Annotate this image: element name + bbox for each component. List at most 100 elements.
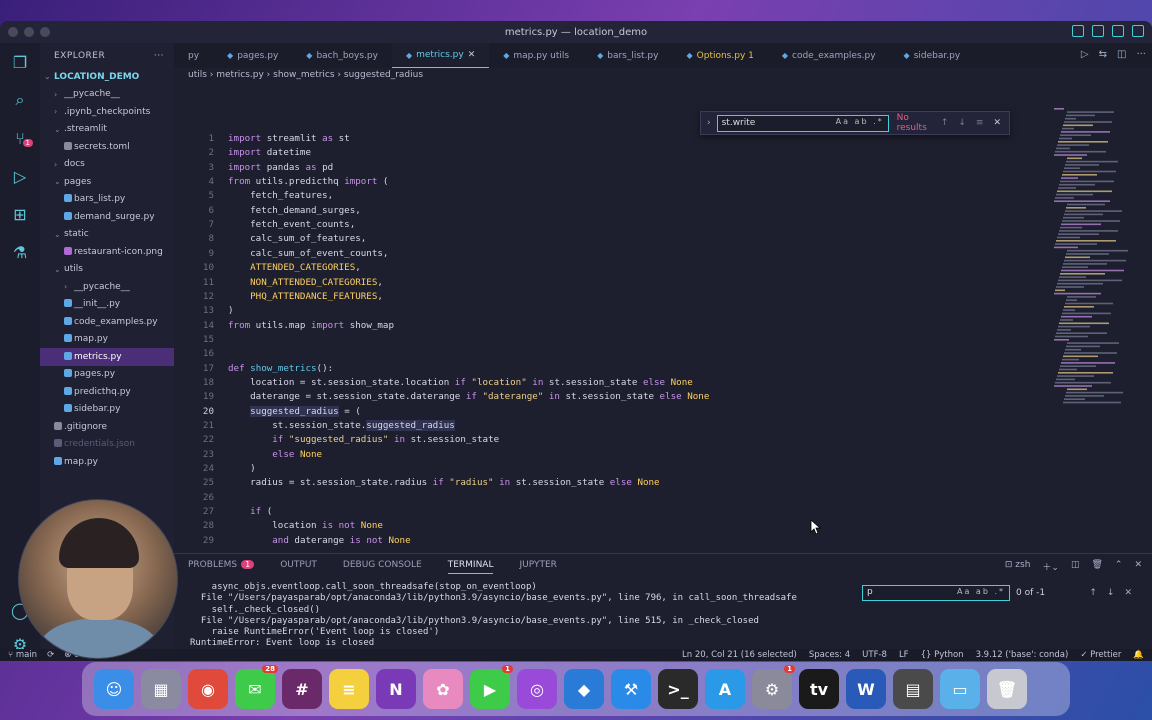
tree-file[interactable]: bars_list.py bbox=[40, 191, 174, 209]
tree-folder[interactable]: ⌄ .streamlit bbox=[40, 121, 174, 139]
tree-folder[interactable]: ⌄ utils bbox=[40, 261, 174, 279]
code-line[interactable]: else None bbox=[228, 449, 322, 460]
facetime-icon[interactable]: ▶ 1 bbox=[470, 665, 513, 709]
encoding[interactable]: UTF-8 bbox=[862, 650, 887, 660]
folder-icon[interactable]: ▭ bbox=[940, 669, 980, 709]
tree-file[interactable]: restaurant-icon.png bbox=[40, 243, 174, 261]
app-store-icon[interactable]: A bbox=[705, 669, 745, 709]
xcode-instruments-icon[interactable]: ⚒ bbox=[611, 669, 651, 709]
close-window-button[interactable] bbox=[8, 27, 18, 37]
panel-tab[interactable]: JUPYTER bbox=[519, 560, 556, 574]
code-line[interactable]: import pandas as pd bbox=[228, 162, 333, 173]
tree-file[interactable]: credentials.json bbox=[40, 436, 174, 454]
find-in-selection-icon[interactable]: ≡ bbox=[976, 118, 984, 128]
tree-file[interactable]: map.py bbox=[40, 331, 174, 349]
tree-file[interactable]: code_examples.py bbox=[40, 313, 174, 331]
word-icon[interactable]: W bbox=[846, 669, 886, 709]
kill-terminal-icon[interactable]: 🗑 bbox=[1091, 560, 1102, 573]
terminal-shell[interactable]: ⊡ zsh bbox=[1005, 560, 1031, 573]
more-icon[interactable]: ··· bbox=[1136, 49, 1146, 60]
code-line[interactable]: calc_sum_of_features, bbox=[228, 233, 366, 244]
run-debug-icon[interactable]: ▷ bbox=[0, 157, 40, 195]
branch-indicator[interactable]: ⑂ main bbox=[8, 650, 37, 660]
tree-folder[interactable]: › docs bbox=[40, 156, 174, 174]
slack-icon[interactable]: # bbox=[282, 669, 322, 709]
code-line[interactable]: PHQ_ATTENDANCE_FEATURES, bbox=[228, 291, 383, 302]
explorer-icon[interactable]: ❐ bbox=[0, 43, 40, 81]
code-line[interactable]: def show_metrics(): bbox=[228, 363, 333, 374]
indentation[interactable]: Spaces: 4 bbox=[809, 650, 850, 660]
previous-match-icon[interactable]: ↑ bbox=[1089, 588, 1097, 598]
editor-tab[interactable]: ◆ pages.py bbox=[213, 43, 292, 68]
split-terminal-icon[interactable]: ◫ bbox=[1071, 560, 1080, 573]
panel-tab[interactable]: TERMINAL bbox=[447, 560, 494, 574]
breadcrumb[interactable]: utils › metrics.py › show_metrics › sugg… bbox=[188, 70, 423, 80]
tree-file[interactable]: demand_surge.py bbox=[40, 208, 174, 226]
editor-tab[interactable]: ◆ metrics.py ✕ bbox=[391, 43, 490, 68]
split-editor-icon[interactable]: ◫ bbox=[1117, 49, 1126, 60]
editor-tab[interactable]: ◆ Options.py 1 bbox=[672, 43, 767, 68]
tree-folder[interactable]: ⌄ static bbox=[40, 226, 174, 244]
panel-tab[interactable]: DEBUG CONSOLE bbox=[343, 560, 422, 574]
tree-folder[interactable]: › __pycache__ bbox=[40, 278, 174, 296]
toggle-panel-icon[interactable] bbox=[1092, 25, 1104, 37]
maximize-panel-icon[interactable]: ⌃ bbox=[1115, 560, 1123, 573]
extensions-icon[interactable]: ⊞ bbox=[0, 195, 40, 233]
tree-file[interactable]: .gitignore bbox=[40, 418, 174, 436]
code-line[interactable]: fetch_event_counts, bbox=[228, 219, 355, 230]
close-find-icon[interactable]: ✕ bbox=[993, 118, 1001, 128]
close-tab-icon[interactable]: ✕ bbox=[468, 50, 476, 60]
launchpad-icon[interactable]: ▦ bbox=[141, 669, 181, 709]
terminal-find-options[interactable]: Aa ab .* bbox=[957, 587, 1005, 596]
vscode-icon[interactable]: ◆ bbox=[564, 669, 604, 709]
minimize-window-button[interactable] bbox=[24, 27, 34, 37]
tree-folder[interactable]: › .ipynb_checkpoints bbox=[40, 103, 174, 121]
code-line[interactable]: fetch_demand_surges, bbox=[228, 205, 361, 216]
maximize-window-button[interactable] bbox=[40, 27, 50, 37]
tree-file[interactable]: secrets.toml bbox=[40, 138, 174, 156]
tree-file[interactable]: metrics.py bbox=[40, 348, 174, 366]
code-line[interactable]: NON_ATTENDED_CATEGORIES, bbox=[228, 277, 383, 288]
close-find-icon[interactable]: ✕ bbox=[1124, 588, 1132, 598]
tree-folder[interactable]: ⌄ pages bbox=[40, 173, 174, 191]
project-root[interactable]: ⌄ LOCATION_DEMO bbox=[40, 68, 174, 86]
line-endings[interactable]: LF bbox=[899, 650, 909, 660]
toggle-replace-icon[interactable]: › bbox=[707, 118, 711, 128]
more-actions-icon[interactable]: ··· bbox=[154, 51, 164, 61]
find-options[interactable]: Aa ab .* bbox=[836, 117, 884, 126]
editor-tab[interactable]: ◆ bach_boys.py bbox=[292, 43, 392, 68]
tree-file[interactable]: pages.py bbox=[40, 366, 174, 384]
open-changes-icon[interactable]: ⇆ bbox=[1099, 49, 1107, 60]
code-line[interactable]: if ( bbox=[228, 506, 272, 517]
editor-tab[interactable]: ◆ code_examples.py bbox=[768, 43, 890, 68]
code-line[interactable]: radius = st.session_state.radius if "rad… bbox=[228, 477, 659, 488]
code-line[interactable]: location is not None bbox=[228, 520, 383, 531]
code-line[interactable]: calc_sum_of_event_counts, bbox=[228, 248, 388, 259]
podcasts-icon[interactable]: ◎ bbox=[517, 669, 557, 709]
find-input[interactable]: st.write Aa ab .* bbox=[716, 114, 889, 132]
code-line[interactable]: st.session_state.suggested_radius bbox=[228, 420, 455, 431]
tree-folder[interactable]: › __pycache__ bbox=[40, 86, 174, 104]
next-match-icon[interactable]: ↓ bbox=[1107, 588, 1115, 598]
next-match-icon[interactable]: ↓ bbox=[958, 118, 966, 128]
editor-tab[interactable]: ◆ sidebar.py bbox=[890, 43, 975, 68]
customize-layout-icon[interactable] bbox=[1132, 25, 1144, 37]
panel-tab[interactable]: OUTPUT bbox=[280, 560, 317, 574]
code-line[interactable]: import datetime bbox=[228, 147, 311, 158]
messages-icon[interactable]: ✉ 28 bbox=[235, 665, 278, 709]
python-interpreter[interactable]: 3.9.12 ('base': conda) bbox=[976, 650, 1069, 660]
code-line[interactable]: if "suggested_radius" in st.session_stat… bbox=[228, 434, 499, 445]
prettier-status[interactable]: ✓ Prettier bbox=[1080, 650, 1121, 660]
code-line[interactable]: daterange = st.session_state.daterange i… bbox=[228, 391, 709, 402]
code-line[interactable]: fetch_features, bbox=[228, 190, 333, 201]
toggle-sidebar-icon[interactable] bbox=[1072, 25, 1084, 37]
code-line[interactable]: ) bbox=[228, 305, 234, 316]
system-preferences-icon[interactable]: ⚙ 1 bbox=[752, 665, 795, 709]
search-icon[interactable]: ⌕ bbox=[0, 81, 40, 119]
notes-icon[interactable]: ≡ bbox=[329, 669, 369, 709]
toggle-secondary-sidebar-icon[interactable] bbox=[1112, 25, 1124, 37]
terminal-find-input[interactable]: p Aa ab .* bbox=[862, 585, 1010, 601]
chrome-icon[interactable]: ◉ bbox=[188, 669, 228, 709]
notifications-icon[interactable]: 🔔 bbox=[1133, 650, 1144, 660]
code-line[interactable]: from utils.predicthq import ( bbox=[228, 176, 388, 187]
